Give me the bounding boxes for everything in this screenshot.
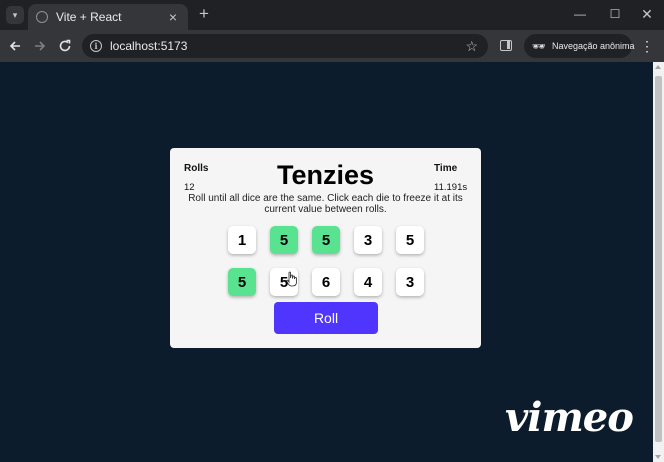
die-2[interactable]: 5 <box>270 226 298 254</box>
arrow-right-icon <box>35 41 46 51</box>
browser-toolbar: i localhost:5173 ☆ 🕶 Navegação anônima ⋮ <box>0 30 664 62</box>
minimize-button[interactable]: — <box>565 4 595 24</box>
die-3[interactable]: 5 <box>312 226 340 254</box>
die-5[interactable]: 5 <box>396 226 424 254</box>
time-value: 11.191s <box>434 182 468 193</box>
dice-grid: 1 5 5 3 5 5 5 6 4 3 <box>228 226 424 296</box>
roll-button[interactable]: Roll <box>274 302 378 334</box>
scrollbar-thumb[interactable] <box>655 76 662 442</box>
tab-title: Vite + React <box>56 10 122 24</box>
scroll-up-icon[interactable] <box>655 65 661 69</box>
time-label: Time <box>434 163 458 174</box>
browser-titlebar: ▾ Vite + React × + — ☐ ✕ <box>0 0 664 30</box>
die-4[interactable]: 3 <box>354 226 382 254</box>
incognito-label: Navegação anônima <box>551 41 635 51</box>
url-text[interactable]: localhost:5173 <box>110 39 465 53</box>
maximize-button[interactable]: ☐ <box>600 4 630 24</box>
globe-icon <box>36 11 48 23</box>
forward-button[interactable] <box>31 37 49 55</box>
tenzies-card: Rolls 12 Tenzies Time 11.191s Roll until… <box>170 148 481 348</box>
new-tab-button[interactable]: + <box>195 5 213 23</box>
reload-button[interactable] <box>56 37 74 55</box>
kebab-menu-icon[interactable]: ⋮ <box>640 37 654 55</box>
hand-cursor-icon <box>286 271 297 287</box>
reload-icon <box>59 39 71 52</box>
incognito-badge[interactable]: 🕶 Navegação anônima <box>524 34 635 58</box>
die-9[interactable]: 4 <box>354 268 382 296</box>
address-bar[interactable]: i localhost:5173 ☆ <box>82 34 488 58</box>
vimeo-logo: vimeo <box>505 394 634 441</box>
side-panel-icon[interactable] <box>500 40 512 51</box>
instructions: Roll until all dice are the same. Click … <box>188 193 463 215</box>
arrow-left-icon <box>9 41 20 51</box>
die-10[interactable]: 3 <box>396 268 424 296</box>
tab-search-icon[interactable]: ▾ <box>6 6 24 24</box>
die-1[interactable]: 1 <box>228 226 256 254</box>
tab-close-icon[interactable]: × <box>166 9 180 25</box>
die-8[interactable]: 6 <box>312 268 340 296</box>
back-button[interactable] <box>6 37 24 55</box>
info-icon[interactable]: i <box>90 40 102 52</box>
browser-tab[interactable]: Vite + React × <box>28 4 188 30</box>
incognito-icon: 🕶 <box>532 40 546 53</box>
star-icon[interactable]: ☆ <box>465 38 478 55</box>
page-scrollbar[interactable] <box>653 62 664 462</box>
scroll-down-icon[interactable] <box>655 455 661 459</box>
close-window-button[interactable]: ✕ <box>632 4 662 24</box>
die-6[interactable]: 5 <box>228 268 256 296</box>
